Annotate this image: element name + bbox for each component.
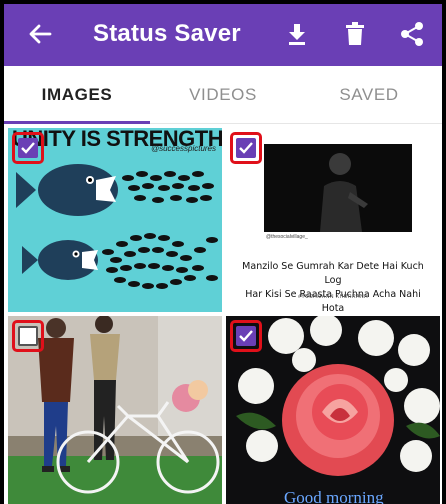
overlay-caption: Good morning: [284, 488, 384, 504]
app-title: Status Saver: [93, 20, 241, 47]
source-handle: @thesocialvillage_: [266, 234, 308, 240]
tab-images[interactable]: IMAGES: [4, 66, 150, 124]
check-icon: [239, 330, 253, 342]
quote-text: Manzilo Se Gumrah Kar Dete Hai Kuch Log …: [236, 260, 430, 312]
tab-bar: IMAGES VIDEOS SAVED: [4, 66, 442, 124]
device-frame: Status Saver IMAGES VIDEOS SAVED UNITY I…: [0, 0, 446, 504]
portrait-photo: [264, 144, 412, 232]
select-checkbox[interactable]: [12, 132, 44, 164]
select-checkbox[interactable]: [230, 132, 262, 164]
status-image-tile[interactable]: [8, 316, 222, 504]
select-checkbox[interactable]: [12, 320, 44, 352]
check-icon: [21, 142, 35, 154]
tab-saved[interactable]: SAVED: [296, 66, 442, 124]
check-icon: [239, 142, 253, 154]
app-bar: Status Saver: [4, 4, 442, 66]
status-image-tile[interactable]: @thesocialvillage_ Manzilo Se Gumrah Kar…: [226, 128, 440, 312]
tab-videos[interactable]: VIDEOS: [150, 66, 296, 124]
status-grid: UNITY IS STRENGTH @successpictures @thes…: [4, 124, 442, 504]
quote-author: #YUSHMANN KHURRANA: [298, 294, 368, 300]
app-screen: Status Saver IMAGES VIDEOS SAVED UNITY I…: [4, 4, 442, 504]
quote-line: Har Kisi Se Raasta Puchna Acha Nahi Hota: [245, 289, 421, 312]
status-image-tile[interactable]: Good morning: [226, 316, 440, 504]
delete-icon[interactable]: [341, 20, 369, 48]
arrow-back-icon[interactable]: [26, 20, 54, 48]
select-checkbox[interactable]: [230, 320, 262, 352]
share-icon[interactable]: [398, 20, 426, 48]
quote-line: Manzilo Se Gumrah Kar Dete Hai Kuch Log: [242, 261, 424, 286]
status-image-tile[interactable]: UNITY IS STRENGTH @successpictures: [8, 128, 222, 312]
download-icon[interactable]: [283, 20, 311, 48]
